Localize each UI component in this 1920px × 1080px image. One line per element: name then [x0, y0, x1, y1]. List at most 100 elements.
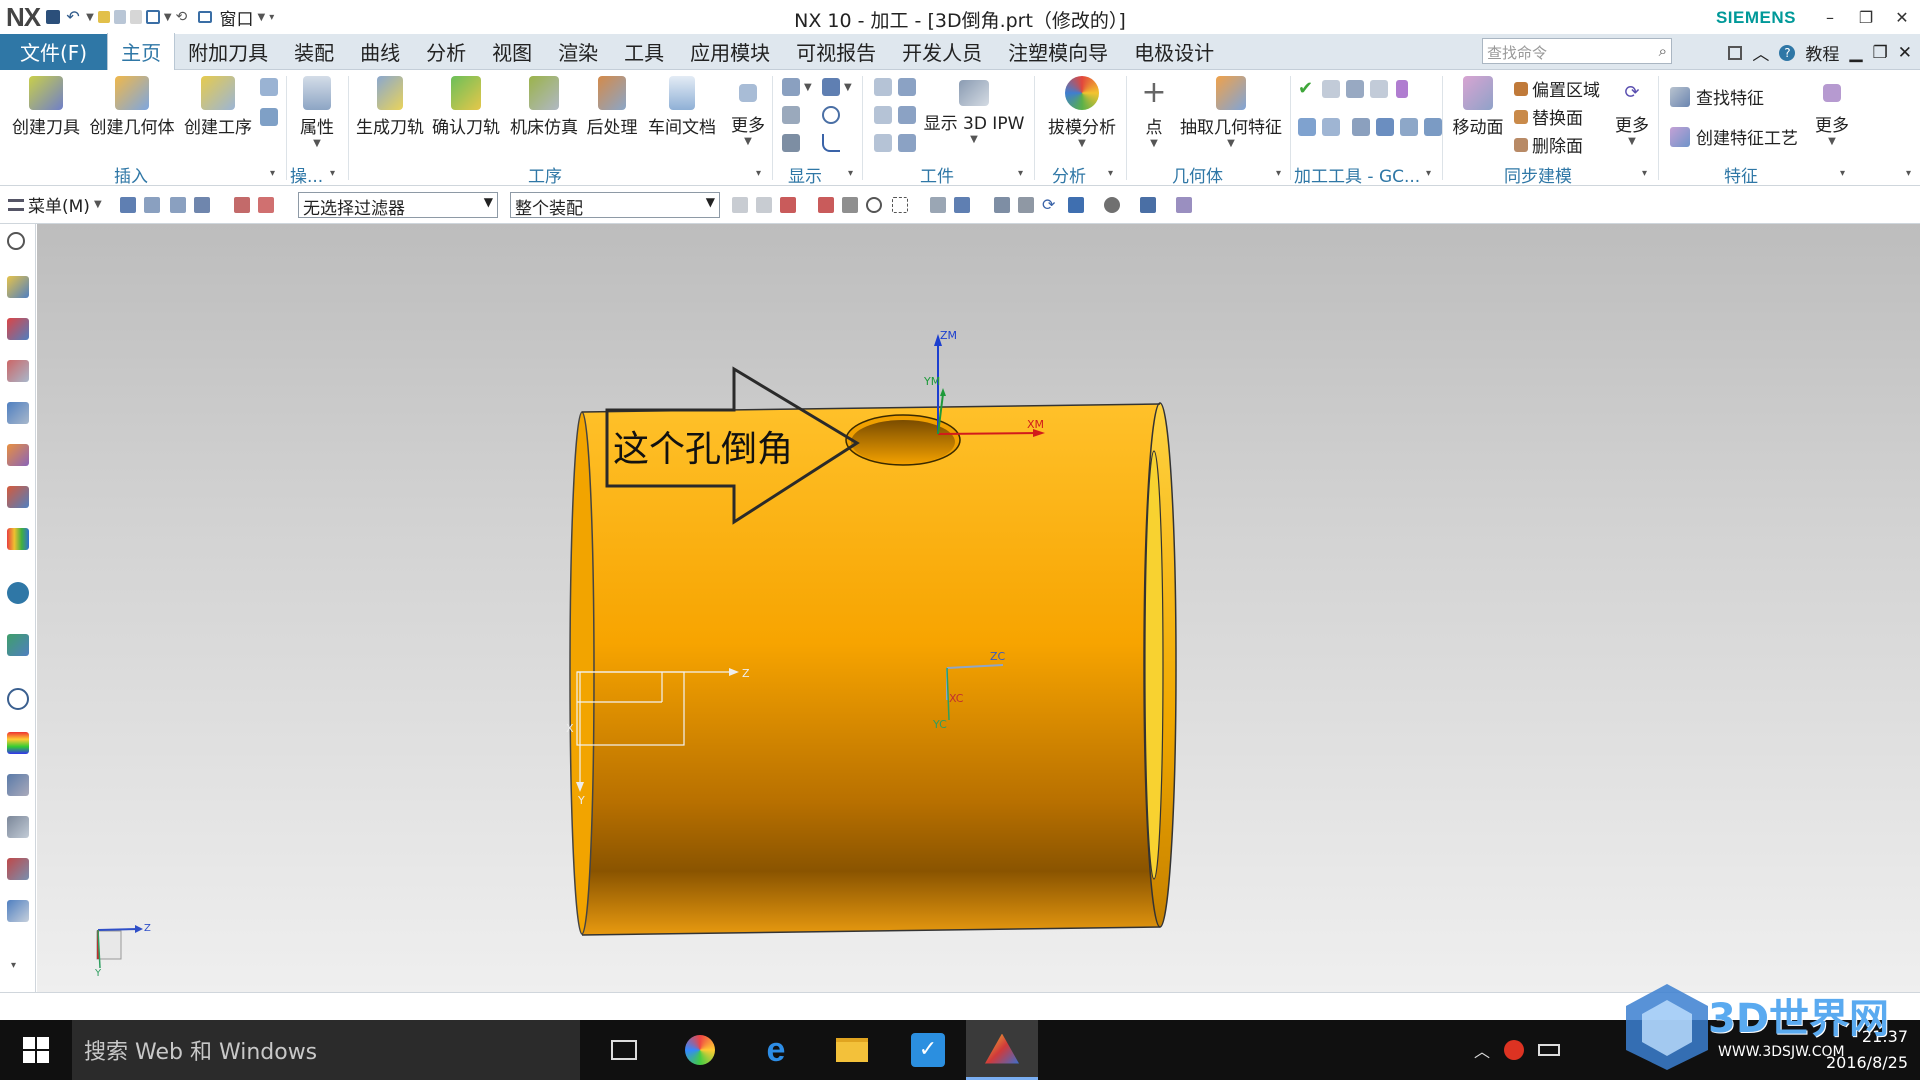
ops-group-dropdown-icon[interactable]: ▾ [330, 168, 335, 179]
gc-tool-5-icon[interactable] [1298, 118, 1316, 136]
point-dropdown-icon[interactable]: ▼ [1134, 138, 1174, 149]
gc-tool-8-icon[interactable] [1376, 118, 1394, 136]
snap-tool-4-icon[interactable] [818, 197, 834, 213]
move-face-button[interactable]: 移动面 [1448, 74, 1508, 138]
select-tool-3-icon[interactable] [170, 197, 186, 213]
gc-tool-1-icon[interactable] [1322, 80, 1340, 98]
machine-simulation-button[interactable]: 机床仿真 [508, 74, 580, 138]
snap-tool-5-icon[interactable] [842, 197, 858, 213]
select-tool-5-icon[interactable] [234, 197, 250, 213]
postprocess-button[interactable]: 后处理 [584, 74, 640, 138]
window-dropdown-icon[interactable]: ▼ [258, 12, 266, 23]
features-more-dropdown-icon[interactable]: ▼ [1810, 136, 1854, 147]
analysis-group-dropdown-icon[interactable]: ▾ [1108, 168, 1113, 179]
part-navigator-icon[interactable] [7, 360, 29, 382]
tab-electrode-design[interactable]: 电极设计 [1121, 34, 1227, 70]
create-program-icon[interactable] [260, 108, 278, 126]
undo-dropdown-icon[interactable]: ▼ [86, 12, 94, 23]
view-tool-3-icon[interactable] [994, 197, 1010, 213]
window-icon[interactable] [197, 11, 212, 23]
select-tool-6-icon[interactable] [258, 197, 274, 213]
tab-curve[interactable]: 曲线 [347, 34, 413, 70]
resource-bar-scroll-icon[interactable]: ▾ [11, 960, 16, 971]
color-palette-icon[interactable] [7, 528, 29, 550]
operation-more-dropdown-icon[interactable]: ▼ [726, 136, 770, 147]
properties-button[interactable]: 属性 ▼ [292, 74, 342, 149]
extract-geometry-dropdown-icon[interactable]: ▼ [1178, 138, 1284, 149]
file-menu-tab[interactable]: 文件(F) [0, 33, 108, 70]
replace-face-button[interactable]: 替换面 [1514, 104, 1583, 129]
extract-geometry-button[interactable]: 抽取几何特征 ▼ [1178, 74, 1284, 149]
offset-region-button[interactable]: 偏置区域 [1514, 76, 1600, 101]
report-icon[interactable] [7, 858, 29, 880]
snap-tool-7-icon[interactable] [892, 197, 908, 213]
tab-developer[interactable]: 开发人员 [889, 34, 995, 70]
taskbar-app-explorer[interactable] [816, 1020, 888, 1080]
gc-tool-10-icon[interactable] [1424, 118, 1442, 136]
display-blank-icon[interactable] [782, 106, 800, 124]
paste-icon[interactable] [129, 10, 142, 24]
snap-tool-1-icon[interactable] [732, 197, 748, 213]
properties-dropdown-icon[interactable]: ▼ [292, 138, 342, 149]
draft-analysis-dropdown-icon[interactable]: ▼ [1040, 138, 1124, 149]
tray-app-icon[interactable] [1504, 1040, 1524, 1060]
tab-application[interactable]: 应用模块 [677, 34, 783, 70]
cut-icon[interactable] [97, 11, 110, 23]
operation-more-button[interactable]: 更多 ▼ [726, 74, 770, 147]
view-tool-5-icon[interactable] [1068, 197, 1084, 213]
taskbar-search-input[interactable]: 搜索 Web 和 Windows [72, 1020, 580, 1080]
view-tool-2-icon[interactable] [954, 197, 970, 213]
generate-path-button[interactable]: 生成刀轨 [354, 74, 426, 138]
operation-navigator-icon[interactable] [7, 276, 29, 298]
view-tool-1-icon[interactable] [930, 197, 946, 213]
view-triad[interactable] [96, 925, 143, 969]
tool-path-icon[interactable] [7, 816, 29, 838]
shop-docs-button[interactable]: 车间文档 [644, 74, 720, 138]
sync-group-dropdown-icon[interactable]: ▾ [1642, 168, 1647, 179]
display-stock-icon[interactable] [782, 134, 800, 152]
doc-restore-icon[interactable]: ❐ [1873, 43, 1888, 63]
taskbar-app-paint[interactable] [664, 1020, 736, 1080]
collapse-ribbon-icon[interactable]: ︿ [1752, 40, 1769, 65]
process-studio-icon[interactable] [7, 774, 29, 796]
touch-mode-icon[interactable]: ⟲ [176, 8, 194, 26]
create-feature-process-button[interactable]: 创建特征工艺 [1670, 124, 1798, 149]
taskbar-app-edge[interactable]: e [740, 1020, 812, 1080]
info-icon[interactable] [7, 582, 29, 604]
create-geometry-button[interactable]: 创建几何体 [88, 74, 176, 138]
snap-tool-6-icon[interactable] [866, 197, 882, 213]
save-icon[interactable] [46, 10, 61, 24]
workpiece-group-dropdown-icon[interactable]: ▾ [1018, 168, 1023, 179]
display-target-icon[interactable] [822, 106, 840, 124]
rotate-icon[interactable]: ⟳ [1042, 197, 1058, 213]
minimize-icon[interactable]: – [1812, 0, 1848, 34]
verify-path-button[interactable]: 确认刀轨 [430, 74, 502, 138]
view-tool-6-icon[interactable] [1104, 197, 1120, 213]
roles-icon[interactable] [7, 900, 29, 922]
select-tool-2-icon[interactable] [144, 197, 160, 213]
find-features-button[interactable]: 查找特征 [1670, 84, 1764, 109]
create-tool-button[interactable]: 创建刀具 [10, 74, 82, 138]
workpiece-tool-2-icon[interactable] [898, 78, 916, 96]
search-icon[interactable]: ⌕ [1659, 42, 1667, 60]
repeat-dropdown-icon[interactable]: ▼ [164, 12, 172, 23]
tube-part[interactable] [569, 402, 1177, 936]
view-tool-4-icon[interactable] [1018, 197, 1034, 213]
snap-tool-2-icon[interactable] [756, 197, 772, 213]
create-operation-button[interactable]: 创建工序 [182, 74, 254, 138]
workpiece-tool-3-icon[interactable] [874, 106, 892, 124]
features-group-dropdown-icon[interactable]: ▾ [1840, 168, 1845, 179]
display-group-dropdown-icon[interactable]: ▾ [848, 168, 853, 179]
features-more-button[interactable]: 更多 ▼ [1810, 74, 1854, 147]
gc-tool-9-icon[interactable] [1400, 118, 1418, 136]
reuse-library-icon[interactable] [7, 444, 29, 466]
gc-tool-6-icon[interactable] [1322, 118, 1340, 136]
sync-more-dropdown-icon[interactable]: ▼ [1610, 136, 1654, 147]
geometry-group-dropdown-icon[interactable]: ▾ [1276, 168, 1281, 179]
doc-close-icon[interactable]: ✕ [1898, 43, 1912, 63]
undo-icon[interactable]: ↶ [64, 8, 82, 26]
command-search-input[interactable]: 查找命令 ⌕ [1482, 38, 1672, 64]
restore-icon[interactable]: ❐ [1848, 0, 1884, 34]
help-icon[interactable]: ? [1779, 44, 1796, 61]
menu-button[interactable]: 菜单(M) ▼ [0, 192, 102, 217]
